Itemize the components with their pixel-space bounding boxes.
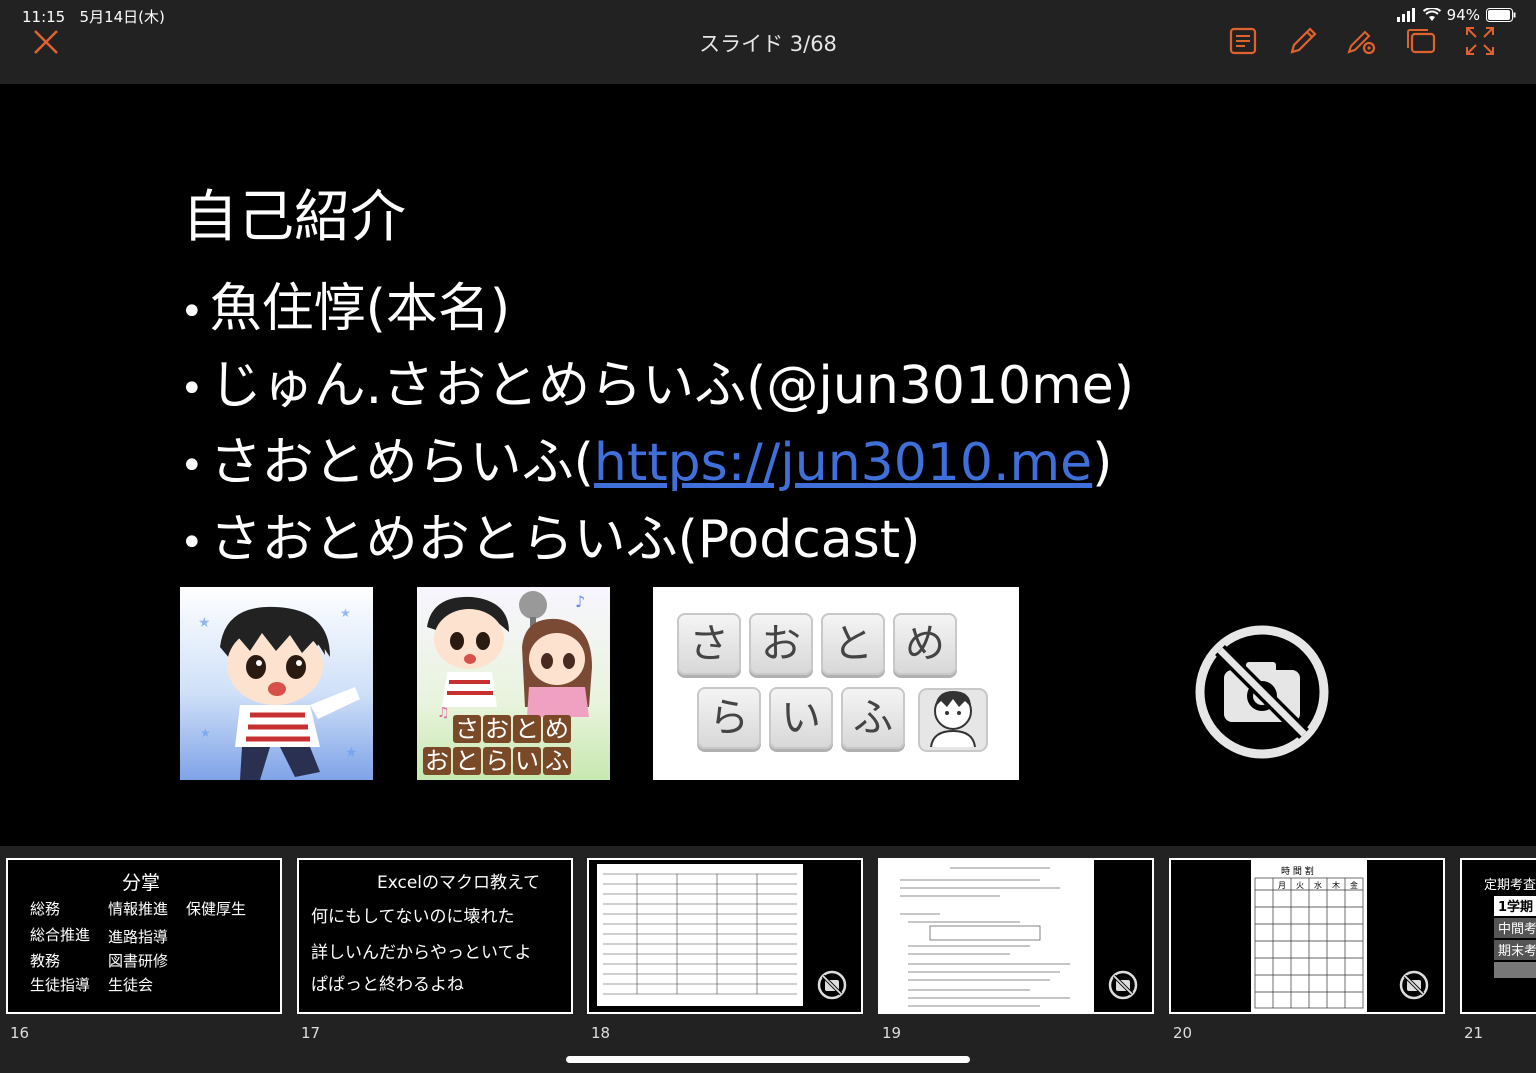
svg-text:♫: ♫ bbox=[437, 705, 450, 721]
svg-text:★: ★ bbox=[198, 615, 211, 631]
home-indicator[interactable] bbox=[566, 1056, 970, 1063]
logo-key: さ bbox=[677, 613, 741, 675]
window-icon[interactable] bbox=[1404, 24, 1438, 58]
no-camera-icon bbox=[1108, 970, 1138, 1000]
thumbnail-slide-17[interactable]: Excelのマクロ教えて 何にもしてないのに壊れた 詳しいんだからやっといてよ … bbox=[297, 858, 573, 1014]
battery-icon bbox=[1486, 8, 1516, 22]
logo-key: お bbox=[749, 613, 813, 675]
bullet-text-suffix: ) bbox=[1092, 433, 1113, 493]
document-preview bbox=[880, 860, 1094, 1012]
logo-key: ふ bbox=[841, 687, 905, 749]
thumb-item: 生徒会 bbox=[108, 976, 154, 994]
bullet-text: さおとめおとらいふ(Podcast) bbox=[209, 510, 921, 570]
thumb-number: 21 bbox=[1464, 1024, 1484, 1042]
thumb-number: 16 bbox=[10, 1024, 30, 1042]
thumb-line: ぱぱっと終わるよね bbox=[311, 975, 464, 995]
logo-key: め bbox=[893, 613, 957, 675]
thumbnail-slide-18[interactable] bbox=[587, 858, 863, 1014]
thumb-item: 進路指導 bbox=[108, 928, 169, 946]
thumb-title: 定期考査( bbox=[1484, 878, 1536, 893]
no-camera-icon bbox=[1195, 625, 1329, 759]
expand-icon[interactable] bbox=[1463, 24, 1497, 58]
keyboard-logo: さ お と め ら い ふ bbox=[653, 587, 1019, 780]
thumb-item: 総務 bbox=[30, 900, 61, 918]
logo-key: ら bbox=[697, 687, 761, 749]
podcast-title-row2: お と ら い ふ bbox=[423, 747, 571, 775]
thumb-item: 教務 bbox=[30, 952, 61, 970]
thumb-number: 18 bbox=[591, 1024, 611, 1042]
status-indicators: 94% bbox=[1396, 6, 1516, 24]
bullet-text: じゅん.さおとめらいふ(@jun3010me) bbox=[209, 356, 1135, 416]
character-face-icon bbox=[918, 688, 988, 752]
thumb-item: 生徒指導 bbox=[30, 976, 91, 994]
bullet-real-name: • 魚住惇(本名) bbox=[180, 279, 511, 339]
bullet-podcast: • さおとめおとらいふ(Podcast) bbox=[180, 510, 921, 570]
thumb-line: 詳しいんだからやっといてよ bbox=[311, 943, 532, 963]
no-camera-icon bbox=[1399, 970, 1429, 1000]
thumb-item: 総合推進 bbox=[30, 926, 91, 944]
logo-key: と bbox=[821, 613, 885, 675]
thumb-item: 情報推進 bbox=[108, 900, 169, 918]
bullet-handle: • じゅん.さおとめらいふ(@jun3010me) bbox=[180, 356, 1135, 416]
thumbnail-slide-20[interactable]: 時 間 割 月 火 水 木 金 bbox=[1169, 858, 1445, 1014]
podcast-cover: ♪ ♫ さ お と め お と ら い ふ bbox=[417, 587, 610, 780]
thumbnail-slide-19[interactable] bbox=[878, 858, 1154, 1014]
thumb-item: 保健厚生 bbox=[186, 900, 247, 918]
thumb-row: 中間考 bbox=[1494, 918, 1536, 938]
thumb-line: Excelのマクロ教えて bbox=[377, 873, 541, 893]
thumbnail-strip[interactable]: 分掌 総務 情報推進 保健厚生 総合推進 進路指導 教務 図書研修 生徒指導 生… bbox=[0, 846, 1536, 1073]
bullet-blog: • さおとめらいふ(https://jun3010.me) bbox=[180, 433, 1113, 493]
status-clock: 11:15 bbox=[22, 8, 66, 26]
thumb-row: 1学期 bbox=[1494, 896, 1536, 916]
slide-heading: 自己紹介 bbox=[182, 185, 406, 250]
pen-icon[interactable] bbox=[1286, 24, 1320, 58]
avatar-illustration: ★★ ★★ ★★ bbox=[180, 587, 373, 780]
svg-text:★: ★ bbox=[200, 726, 211, 740]
thumb-line: 何にもしてないのに壊れた bbox=[311, 907, 515, 927]
svg-text:♪: ♪ bbox=[575, 592, 585, 611]
wifi-icon bbox=[1422, 8, 1441, 21]
thumb-title: 分掌 bbox=[122, 872, 161, 894]
signal-icon bbox=[1396, 8, 1415, 22]
no-camera-icon bbox=[817, 970, 847, 1000]
thumb-row: 期末考 bbox=[1494, 940, 1536, 960]
thumb-row-blank bbox=[1494, 962, 1536, 978]
status-time: 11:15 5月14日(木) bbox=[22, 6, 165, 27]
thumb-number: 17 bbox=[301, 1024, 321, 1042]
bullet-list: • 魚住惇(本名) • じゅん.さおとめらいふ(@jun3010me) • さおとめら… bbox=[180, 272, 1134, 580]
bullet-text: さおとめらいふ( bbox=[209, 433, 594, 493]
svg-text:★: ★ bbox=[340, 606, 351, 620]
thumbnail-slide-16[interactable]: 分掌 総務 情報推進 保健厚生 総合推進 進路指導 教務 図書研修 生徒指導 生… bbox=[6, 858, 282, 1014]
blog-link[interactable]: https://jun3010.me bbox=[594, 433, 1092, 493]
document-preview bbox=[597, 864, 803, 1006]
bullet-text: 魚住惇(本名) bbox=[209, 279, 511, 339]
svg-text:★: ★ bbox=[345, 745, 358, 761]
thumb-item: 図書研修 bbox=[108, 952, 169, 970]
podcast-title-row1: さ お と め bbox=[453, 715, 571, 743]
status-date: 5月14日(木) bbox=[79, 8, 165, 26]
top-bar: 11:15 5月14日(木) 94% スライド 3/68 bbox=[0, 0, 1536, 84]
markup-settings-icon[interactable] bbox=[1345, 24, 1379, 58]
battery-percent: 94% bbox=[1446, 6, 1480, 24]
notes-icon[interactable] bbox=[1227, 24, 1261, 58]
thumbnail-slide-21[interactable]: 定期考査( 1学期 中間考 期末考 bbox=[1460, 858, 1536, 1014]
thumb-number: 20 bbox=[1173, 1024, 1193, 1042]
logo-key: い bbox=[769, 687, 833, 749]
timetable-preview: 時 間 割 月 火 水 木 金 bbox=[1251, 860, 1367, 1012]
current-slide[interactable]: 自己紹介 • 魚住惇(本名) • じゅん.さおとめらいふ(@jun3010me) •… bbox=[0, 84, 1536, 846]
thumb-number: 19 bbox=[882, 1024, 902, 1042]
